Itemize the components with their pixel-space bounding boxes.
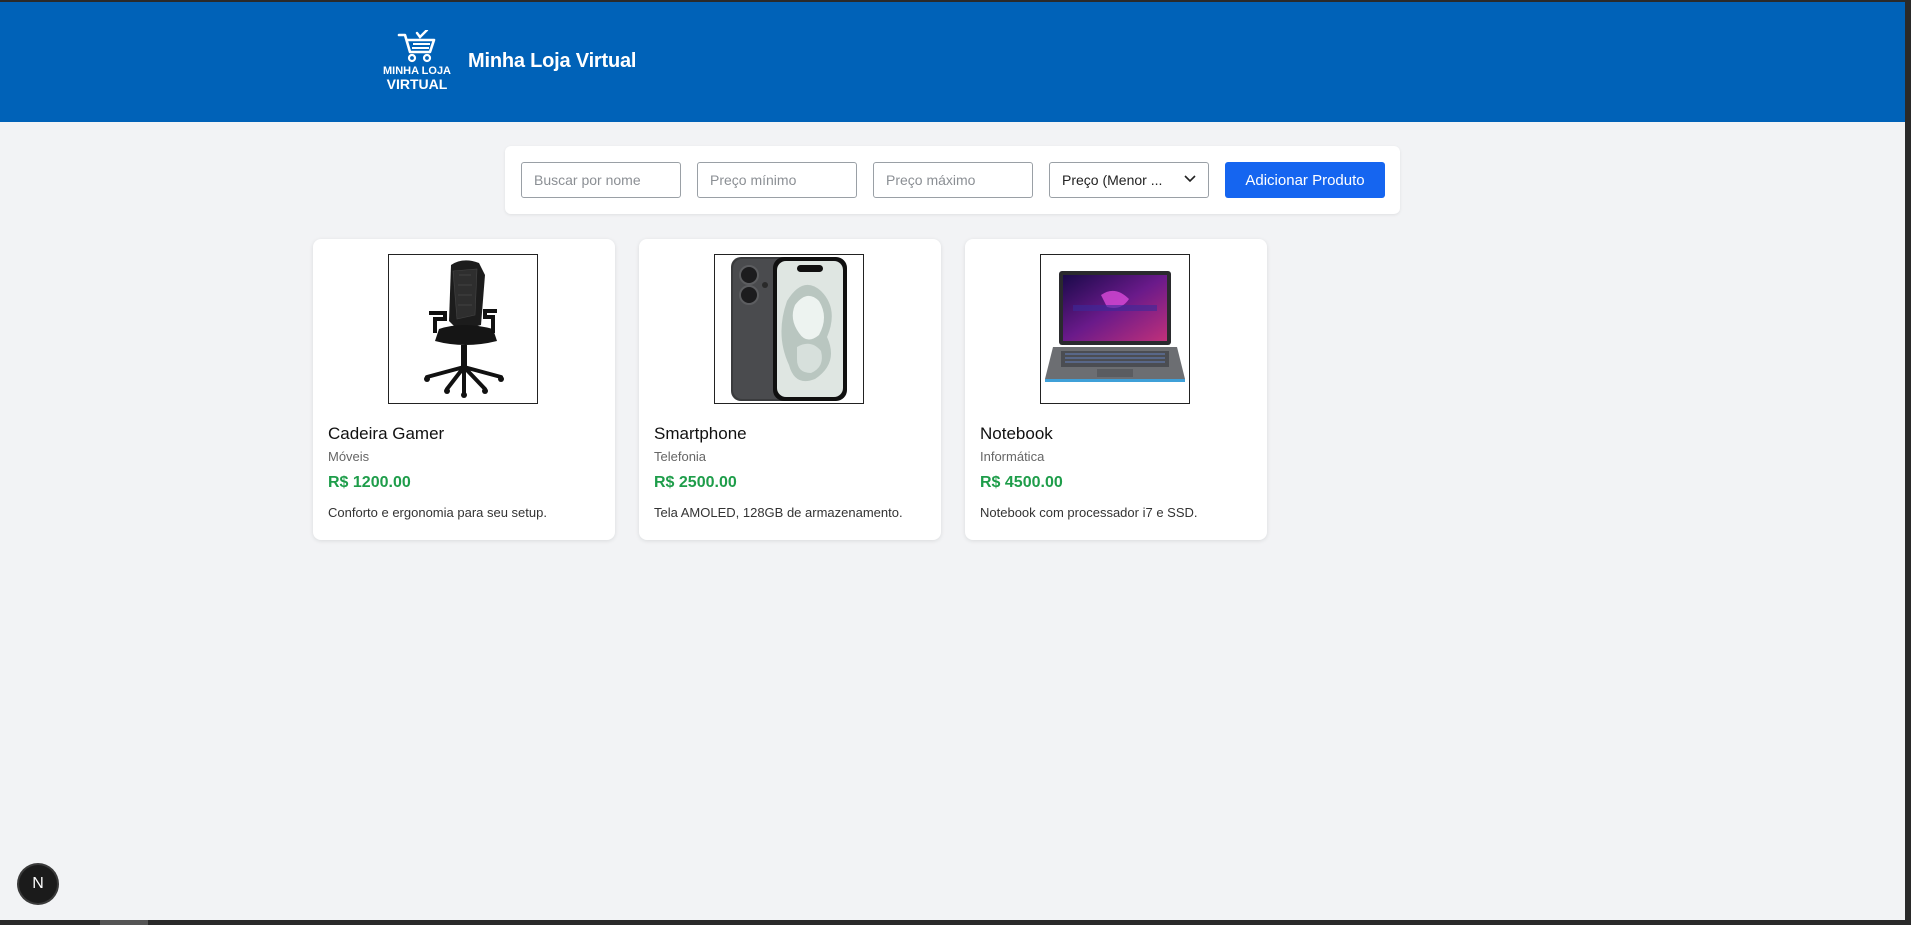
product-card[interactable]: Cadeira Gamer Móveis R$ 1200.00 Conforto… bbox=[313, 239, 615, 540]
min-price-input[interactable] bbox=[697, 162, 857, 198]
site-title: Minha Loja Virtual bbox=[468, 50, 637, 72]
sort-select-value: Preço (Menor ... bbox=[1062, 172, 1163, 188]
smartphone-image bbox=[731, 257, 847, 401]
product-price: R$ 2500.00 bbox=[654, 474, 737, 491]
laptop-image bbox=[1045, 271, 1185, 382]
site-header: MINHA LOJA VIRTUAL Minha Loja Virtual bbox=[0, 2, 1905, 122]
cart-icon bbox=[397, 30, 436, 63]
product-image[interactable] bbox=[1040, 254, 1190, 404]
product-category: Informática bbox=[980, 449, 1045, 464]
chevron-down-icon bbox=[1184, 175, 1196, 183]
window-bottom-border bbox=[0, 920, 1911, 925]
product-image[interactable] bbox=[388, 254, 538, 404]
store-logo[interactable]: MINHA LOJA VIRTUAL bbox=[382, 30, 452, 98]
window-right-border bbox=[1905, 0, 1911, 925]
product-image[interactable] bbox=[714, 254, 864, 404]
product-description: Conforto e ergonomia para seu setup. bbox=[328, 505, 547, 520]
gaming-chair-image bbox=[424, 260, 504, 398]
product-description: Tela AMOLED, 128GB de armazenamento. bbox=[654, 505, 903, 520]
scrollbar-thumb[interactable] bbox=[100, 920, 148, 925]
product-name: Notebook bbox=[980, 424, 1053, 443]
product-name: Smartphone bbox=[654, 424, 747, 443]
product-card[interactable]: Notebook Informática R$ 4500.00 Notebook… bbox=[965, 239, 1267, 540]
filter-bar: Preço (Menor ... Adicionar Produto bbox=[505, 146, 1400, 214]
product-description: Notebook com processador i7 e SSD. bbox=[980, 505, 1198, 520]
add-product-button[interactable]: Adicionar Produto bbox=[1225, 162, 1385, 198]
product-price: R$ 1200.00 bbox=[328, 474, 411, 491]
search-input[interactable] bbox=[521, 162, 681, 198]
dev-tools-badge[interactable]: N bbox=[19, 865, 57, 903]
logo-text-line2: VIRTUAL bbox=[386, 76, 448, 92]
product-name: Cadeira Gamer bbox=[328, 424, 445, 443]
max-price-input[interactable] bbox=[873, 162, 1033, 198]
product-category: Móveis bbox=[328, 449, 370, 464]
sort-select[interactable]: Preço (Menor ... bbox=[1049, 162, 1209, 198]
product-price: R$ 4500.00 bbox=[980, 474, 1063, 491]
product-card[interactable]: Smartphone Telefonia R$ 2500.00 Tela AMO… bbox=[639, 239, 941, 540]
product-category: Telefonia bbox=[654, 449, 707, 464]
